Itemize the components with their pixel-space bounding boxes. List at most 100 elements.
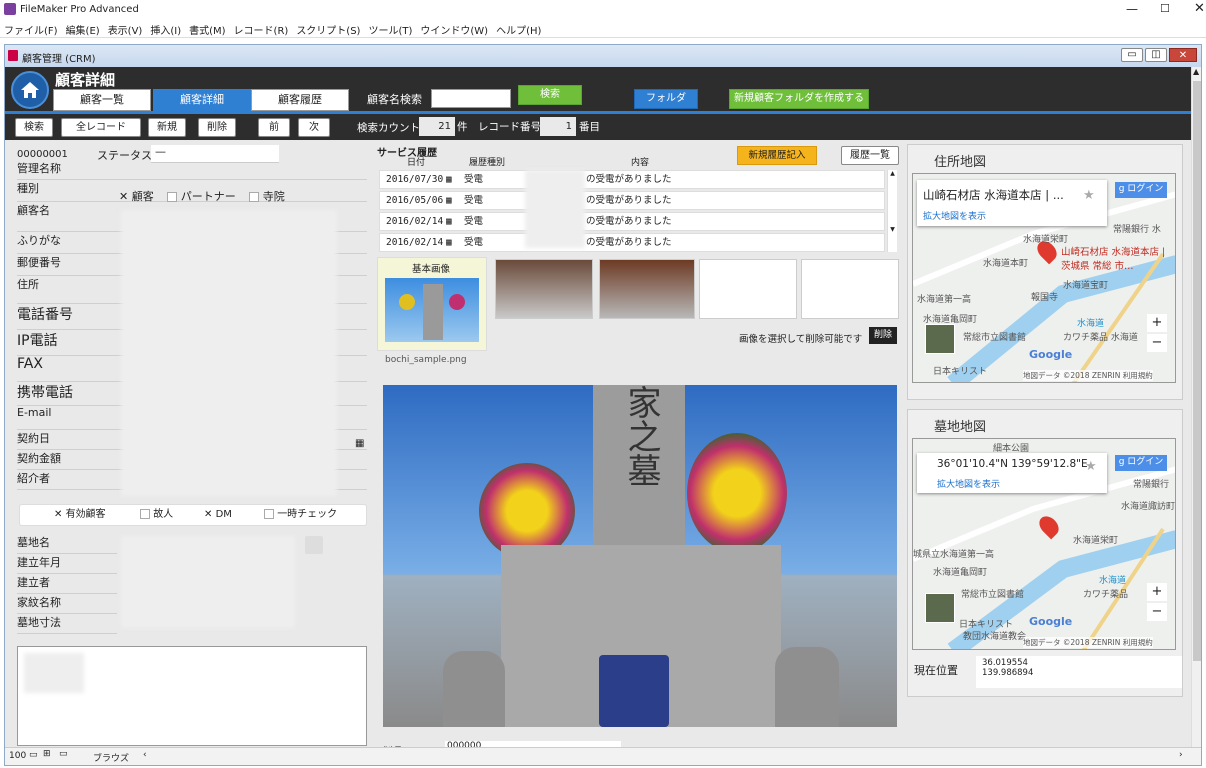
tab-customer-detail[interactable]: 顧客詳細 (153, 89, 251, 111)
minimize-icon[interactable]: — (1126, 2, 1138, 16)
type-customer-label: 顧客 (131, 190, 154, 203)
home-icon[interactable] (11, 71, 49, 109)
grave-photo[interactable]: 家之墓 (383, 385, 897, 727)
grave-map[interactable]: 36°01'10.4"N 139°59'12.8"E ★ 拡大地図を表示 g ロ… (912, 438, 1176, 650)
image-thumb-3[interactable] (699, 259, 797, 319)
menu-item[interactable]: レコード(R) (230, 20, 293, 39)
address-zoom-out[interactable]: − (1147, 334, 1167, 352)
grave-place-2: 水海道諏訪町 (1121, 502, 1176, 512)
history-date: 2016/02/14 (386, 216, 444, 227)
image-delete-button[interactable]: 削除 (869, 327, 897, 344)
address-satellite-thumb[interactable] (925, 324, 955, 354)
scroll-thumb[interactable] (1193, 81, 1201, 661)
scroll-right-icon[interactable]: › (1179, 750, 1183, 760)
type-partner-checkbox[interactable]: パートナー (167, 190, 236, 203)
menu-item[interactable]: 挿入(I) (146, 20, 185, 39)
grave-map-panel: 墓地地図 36°01'10.4"N 139°59'12.8"E ★ 拡大地図を表… (907, 409, 1183, 697)
type-customer-checkbox[interactable]: ✕ 顧客 (119, 190, 154, 203)
image-thumb-4[interactable] (801, 259, 899, 319)
history-scrollbar[interactable]: ▲ ▼ (887, 170, 897, 252)
menu-item[interactable]: 編集(E) (62, 20, 104, 39)
calendar-icon[interactable]: ▦ (446, 171, 452, 188)
history-list-button[interactable]: 履歴一覧 (841, 146, 899, 165)
find-button[interactable]: 検索 (15, 118, 53, 137)
doc-close-button[interactable]: ✕ (1169, 48, 1197, 62)
notes-field[interactable] (17, 646, 367, 746)
delete-record-button[interactable]: 削除 (198, 118, 236, 137)
grave-search-icon[interactable] (305, 536, 323, 554)
search-button[interactable]: 検索 (518, 85, 582, 105)
flag-active-checkbox[interactable]: ✕ 有効顧客 (54, 505, 106, 525)
prev-record-button[interactable]: 前 (258, 118, 290, 137)
calendar-icon[interactable]: ▦ (355, 438, 364, 449)
scroll-left-icon[interactable]: ‹ (143, 750, 147, 760)
address-zoom-in[interactable]: + (1147, 314, 1167, 332)
menu-item[interactable]: 書式(M) (185, 20, 229, 39)
base-image-thumb[interactable] (385, 278, 479, 342)
grave-zoom-in[interactable]: + (1147, 583, 1167, 601)
menu-item[interactable]: スクリプト(S) (292, 20, 364, 39)
vertical-scrollbar[interactable]: ▲ (1191, 67, 1201, 747)
grave-satellite-thumb[interactable] (925, 593, 955, 623)
menu-item[interactable]: 表示(V) (104, 20, 147, 39)
grave-zoom-out[interactable]: − (1147, 603, 1167, 621)
close-icon[interactable]: ✕ (1194, 1, 1205, 16)
zoom-level[interactable]: 100 (9, 751, 26, 761)
grave-enlarge-link[interactable]: 拡大地図を表示 (937, 477, 1000, 490)
grave-place-3: 水海道栄町 (1073, 536, 1119, 546)
flag-deceased-checkbox[interactable]: 故人 (140, 505, 173, 525)
menu-item[interactable]: ツール(T) (364, 20, 416, 39)
address-map[interactable]: 山崎石材店 水海道本店 | ... ★ 拡大地図を表示 g ログイン 山崎石材店… (912, 173, 1176, 383)
calendar-icon[interactable]: ▦ (446, 192, 452, 209)
flag-temp-checkbox[interactable]: 一時チェック (264, 505, 337, 525)
calendar-icon[interactable]: ▦ (446, 234, 452, 251)
folder-button[interactable]: フォルダ (634, 89, 698, 109)
menu-item[interactable]: ファイル(F) (0, 20, 62, 39)
tab-customer-history[interactable]: 顧客履歴 (251, 89, 349, 111)
history-row[interactable]: 2016/07/30 ▦ 受電 の受電がありました (379, 170, 885, 189)
grave-place-5: 水海道亀岡町 (933, 568, 988, 578)
calendar-icon[interactable]: ▦ (446, 213, 452, 230)
app-icon (4, 3, 16, 15)
record-value[interactable]: 1 (540, 117, 576, 136)
grave-login-button[interactable]: g ログイン (1115, 455, 1167, 471)
history-row[interactable]: 2016/02/14 ▦ 受電 の受電がありました (379, 212, 885, 231)
grave-star-icon[interactable]: ★ (1085, 459, 1097, 474)
location-lat: 36.019554 (982, 658, 1028, 668)
flag-dm-checkbox[interactable]: ✕ DM (204, 505, 232, 525)
all-records-button[interactable]: 全レコード (61, 118, 141, 137)
search-input[interactable] (431, 89, 511, 108)
base-image-panel: 基本画像 (377, 257, 487, 351)
address-place-10: カワチ薬品 水海道 (1063, 333, 1138, 343)
image-thumb-2[interactable] (599, 259, 695, 319)
address-star-icon[interactable]: ★ (1083, 188, 1095, 203)
address-login-button[interactable]: g ログイン (1115, 182, 1167, 198)
image-thumb-1[interactable] (495, 259, 593, 319)
history-row[interactable]: 2016/05/06 ▦ 受電 の受電がありました (379, 191, 885, 210)
new-folder-button[interactable]: 新規顧客フォルダを作成する (729, 89, 869, 109)
maximize-icon[interactable]: ☐ (1160, 2, 1170, 15)
mode-label[interactable]: ブラウズ (93, 751, 129, 764)
type-temple-checkbox[interactable]: 寺院 (249, 190, 285, 203)
tab-customer-list[interactable]: 顧客一覧 (53, 89, 151, 111)
zoom-out-icon[interactable]: ▭ (29, 750, 38, 760)
address-place-9: 常総市立図書館 (963, 333, 1027, 343)
new-record-button[interactable]: 新規 (148, 118, 186, 137)
photo-crest (599, 655, 669, 727)
history-type: 受電 (464, 195, 484, 206)
history-row[interactable]: 2016/02/14 ▦ 受電 の受電がありました (379, 233, 885, 252)
history-date: 2016/05/06 (386, 195, 444, 206)
doc-restore-button[interactable]: ◫ (1145, 48, 1167, 62)
photo-lantern-left (443, 651, 505, 727)
menu-item[interactable]: ヘルプ(H) (492, 20, 545, 39)
app-title: FileMaker Pro Advanced (20, 4, 139, 15)
address-enlarge-link[interactable]: 拡大地図を表示 (923, 209, 986, 222)
scroll-up-icon[interactable]: ▲ (1193, 67, 1199, 76)
doc-minimize-button[interactable]: ▭ (1121, 48, 1143, 62)
menu-item[interactable]: ウインドウ(W) (416, 20, 492, 39)
new-history-button[interactable]: 新規履歴記入 (737, 146, 817, 165)
grave-place-8: カワチ薬品 (1083, 590, 1129, 600)
next-record-button[interactable]: 次 (298, 118, 330, 137)
layout-toggle-icon[interactable]: ▭ (59, 749, 68, 759)
zoom-in-icon[interactable]: ⊞ (43, 749, 51, 759)
